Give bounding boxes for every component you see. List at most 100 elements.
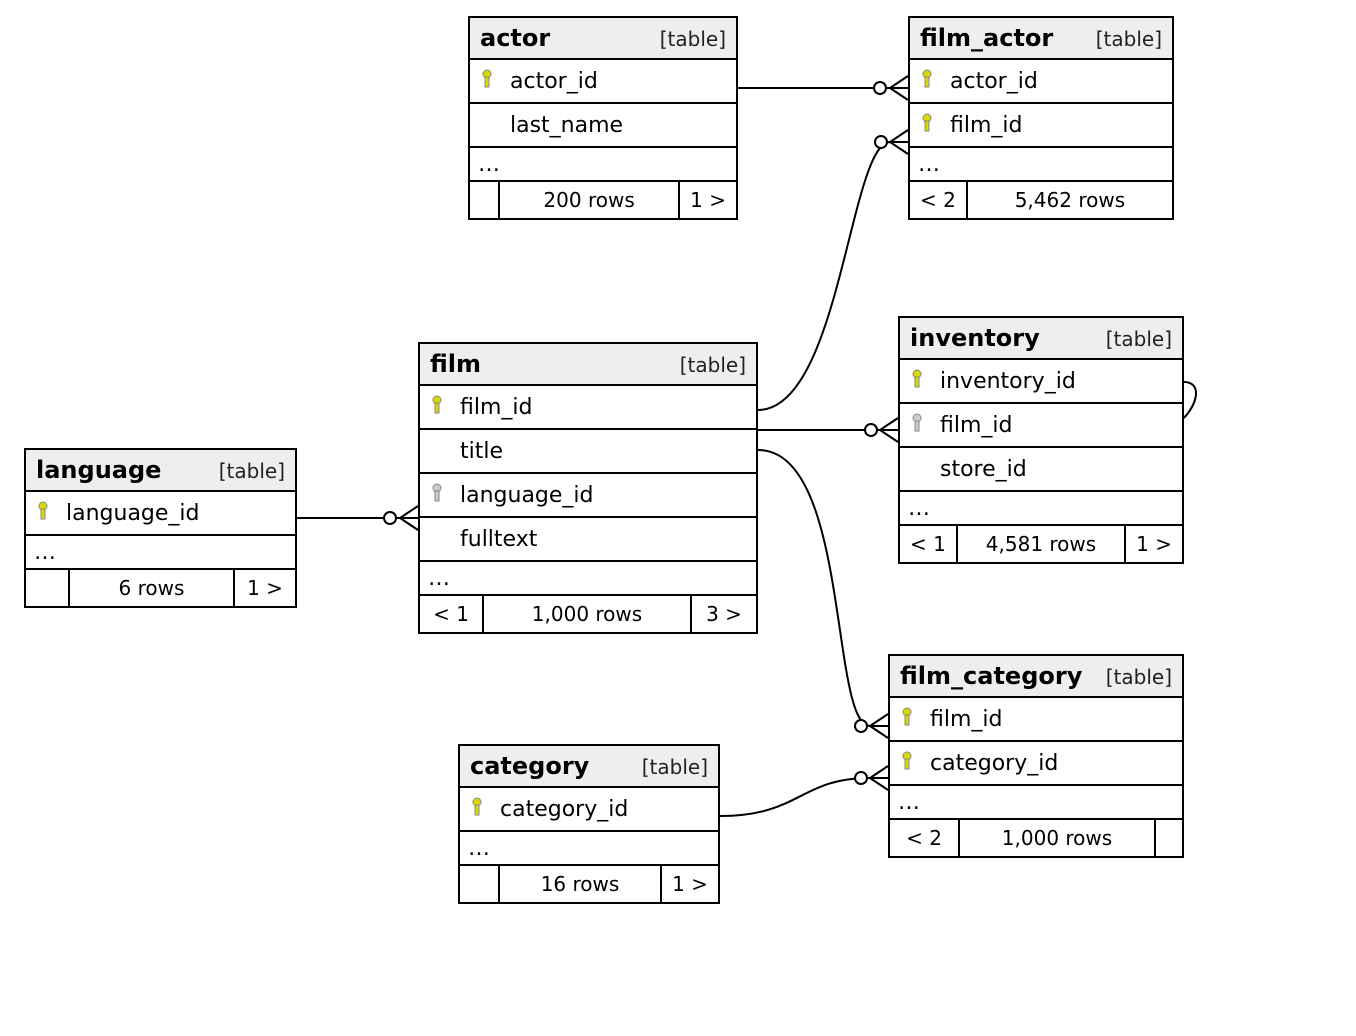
footer-out: 1 > — [662, 866, 718, 902]
column-row: fulltext — [420, 518, 756, 562]
table-language: language [table] language_id … 6 rows 1 … — [24, 448, 297, 608]
table-footer: < 2 5,462 rows — [910, 182, 1172, 218]
column-row: inventory_id — [900, 360, 1182, 404]
table-header: actor [table] — [470, 18, 736, 60]
key-icon — [900, 707, 930, 731]
row-count: 4,581 rows — [958, 526, 1126, 562]
footer-in: < 2 — [890, 820, 960, 856]
table-type-label: [table] — [1096, 27, 1162, 51]
column-row: film_id — [910, 104, 1172, 148]
column-name: category_id — [930, 751, 1058, 776]
footer-in: < 1 — [900, 526, 958, 562]
table-footer: < 1 4,581 rows 1 > — [900, 526, 1182, 562]
key-icon — [430, 483, 460, 507]
table-type-label: [table] — [660, 27, 726, 51]
ellipsis-row: … — [26, 536, 295, 570]
key-icon — [470, 797, 500, 821]
footer-out: 3 > — [692, 596, 756, 632]
column-row: actor_id — [470, 60, 736, 104]
column-name: category_id — [500, 797, 628, 822]
table-name: inventory — [910, 324, 1040, 352]
table-header: film [table] — [420, 344, 756, 386]
footer-out: 1 > — [680, 182, 736, 218]
row-count: 200 rows — [500, 182, 680, 218]
table-type-label: [table] — [219, 459, 285, 483]
table-name: film_category — [900, 662, 1082, 690]
ellipsis-row: … — [890, 786, 1182, 820]
ellipsis-row: … — [900, 492, 1182, 526]
key-icon — [36, 501, 66, 525]
column-row: category_id — [890, 742, 1182, 786]
column-row: title — [420, 430, 756, 474]
table-name: actor — [480, 24, 550, 52]
column-name: fulltext — [460, 527, 537, 552]
ellipsis-row: … — [420, 562, 756, 596]
table-name: category — [470, 752, 589, 780]
column-name: actor_id — [510, 69, 598, 94]
column-name: film_id — [940, 413, 1012, 438]
table-type-label: [table] — [1106, 327, 1172, 351]
key-icon — [920, 113, 950, 137]
table-film-actor: film_actor [table] actor_id film_id … < … — [908, 16, 1174, 220]
table-header: category [table] — [460, 746, 718, 788]
table-name: language — [36, 456, 161, 484]
column-name: film_id — [930, 707, 1002, 732]
table-inventory: inventory [table] inventory_id film_id s… — [898, 316, 1184, 564]
table-category: category [table] category_id … 16 rows 1… — [458, 744, 720, 904]
table-type-label: [table] — [1106, 665, 1172, 689]
table-header: film_category [table] — [890, 656, 1182, 698]
column-row: last_name — [470, 104, 736, 148]
row-count: 1,000 rows — [484, 596, 692, 632]
table-footer: 6 rows 1 > — [26, 570, 295, 606]
table-footer: 16 rows 1 > — [460, 866, 718, 902]
key-icon — [910, 369, 940, 393]
table-footer: < 1 1,000 rows 3 > — [420, 596, 756, 632]
table-name: film_actor — [920, 24, 1053, 52]
column-name: last_name — [510, 113, 623, 138]
footer-in: < 1 — [420, 596, 484, 632]
row-count: 1,000 rows — [960, 820, 1156, 856]
key-icon — [900, 751, 930, 775]
key-icon — [480, 69, 510, 93]
footer-out — [1156, 820, 1182, 856]
table-header: inventory [table] — [900, 318, 1182, 360]
column-name: language_id — [460, 483, 594, 508]
key-icon — [920, 69, 950, 93]
footer-out: 1 > — [235, 570, 295, 606]
row-count: 16 rows — [500, 866, 662, 902]
table-header: film_actor [table] — [910, 18, 1172, 60]
column-row: language_id — [420, 474, 756, 518]
footer-in — [26, 570, 70, 606]
column-row: category_id — [460, 788, 718, 832]
footer-out: 1 > — [1126, 526, 1182, 562]
table-film-category: film_category [table] film_id category_i… — [888, 654, 1184, 858]
ellipsis-row: … — [460, 832, 718, 866]
table-type-label: [table] — [642, 755, 708, 779]
table-type-label: [table] — [680, 353, 746, 377]
column-name: actor_id — [950, 69, 1038, 94]
key-icon — [430, 395, 460, 419]
row-count: 6 rows — [70, 570, 235, 606]
column-name: inventory_id — [940, 369, 1076, 394]
column-row: actor_id — [910, 60, 1172, 104]
footer-in — [460, 866, 500, 902]
column-row: store_id — [900, 448, 1182, 492]
column-row: film_id — [900, 404, 1182, 448]
table-film: film [table] film_id title language_id f… — [418, 342, 758, 634]
footer-in: < 2 — [910, 182, 968, 218]
ellipsis-row: … — [470, 148, 736, 182]
footer-in — [470, 182, 500, 218]
column-name: language_id — [66, 501, 200, 526]
column-row: film_id — [890, 698, 1182, 742]
column-row: film_id — [420, 386, 756, 430]
key-icon — [910, 413, 940, 437]
table-name: film — [430, 350, 481, 378]
table-footer: < 2 1,000 rows — [890, 820, 1182, 856]
column-name: film_id — [950, 113, 1022, 138]
ellipsis-row: … — [910, 148, 1172, 182]
column-name: title — [460, 439, 503, 464]
table-header: language [table] — [26, 450, 295, 492]
table-footer: 200 rows 1 > — [470, 182, 736, 218]
column-row: language_id — [26, 492, 295, 536]
column-name: store_id — [940, 457, 1027, 482]
